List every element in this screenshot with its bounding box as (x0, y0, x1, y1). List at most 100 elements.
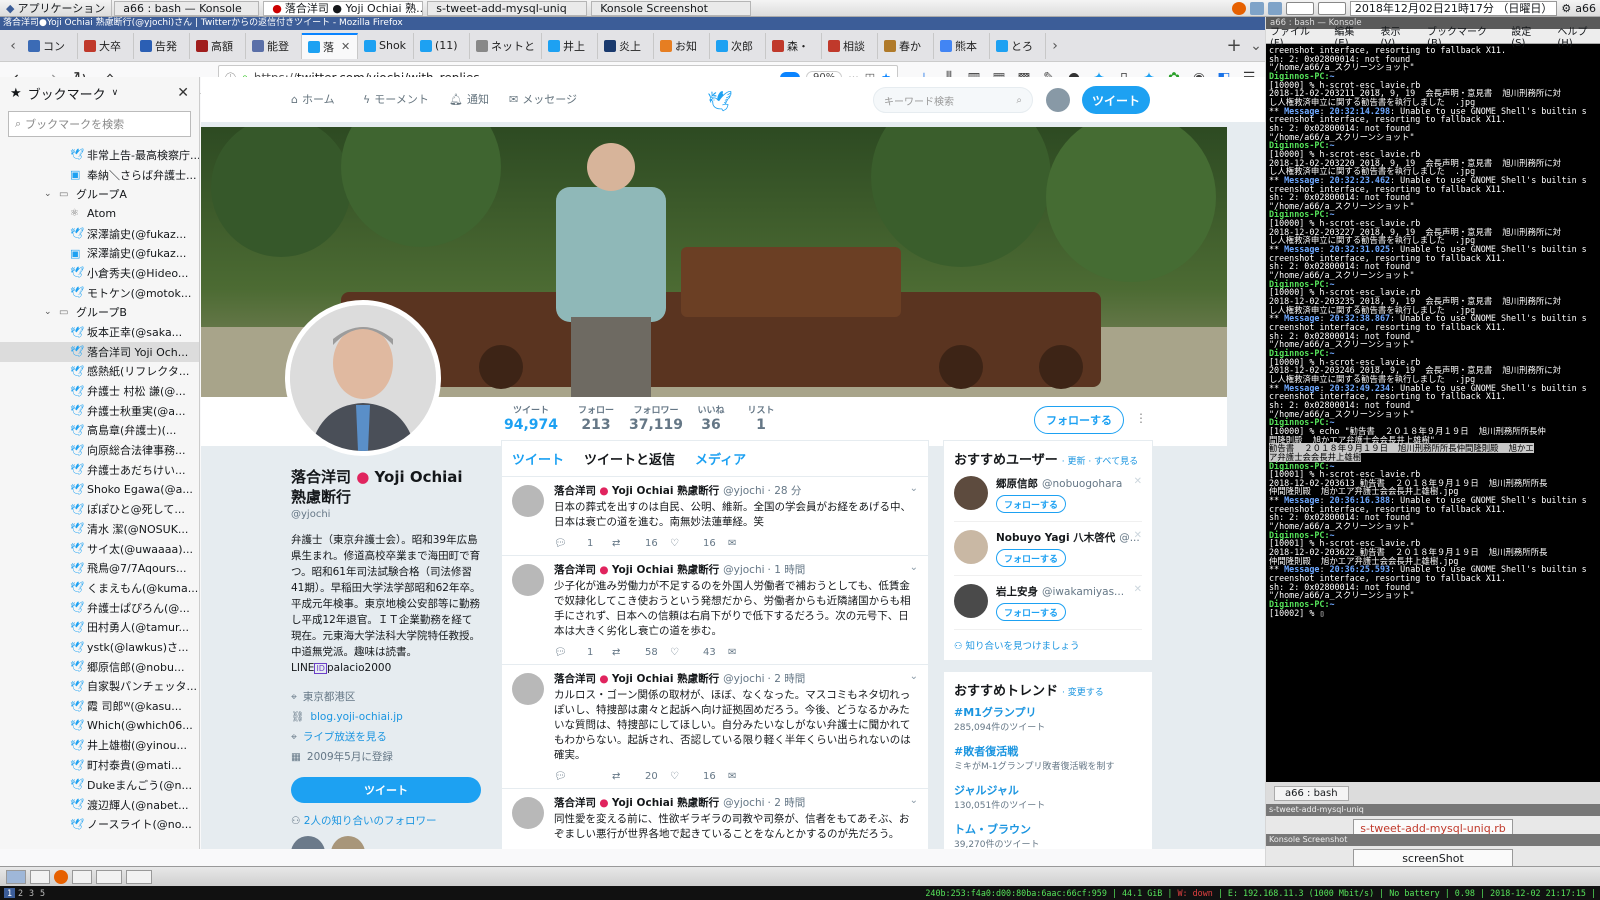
tab-tweets-and-replies[interactable]: ツイートと返信 (584, 449, 675, 468)
bookmark-item[interactable]: 🕊︎ ぽぽひと@死して... (0, 499, 199, 519)
avatar[interactable] (512, 673, 544, 705)
tweet-author-name-2[interactable]: Yoji Ochiai 熟慮断行 (612, 797, 719, 809)
suggested-user[interactable]: 郷原信郎 @nobuogohara フォローする ✕ (954, 468, 1142, 522)
chevron-down-icon[interactable]: ⌄ (910, 562, 918, 573)
avatar[interactable] (512, 485, 544, 517)
tweet-time[interactable]: · 28 分 (768, 485, 802, 497)
tweet-time[interactable]: · 2 時間 (768, 797, 806, 809)
nav-moments[interactable]: ϟ モーメント (363, 91, 429, 107)
bookmark-item[interactable]: 🕊︎ 落合洋司 Yoji Och... (0, 341, 199, 362)
browser-tab[interactable]: 熊本 (934, 32, 990, 59)
nav-messages[interactable]: ✉ メッセージ (509, 91, 577, 107)
browser-tab[interactable]: ネットと (470, 32, 542, 59)
profile-live[interactable]: ⌖ ライブ放送を見る (291, 727, 481, 747)
bookmark-item[interactable]: 🕊︎ くまえもん(@kuma... (0, 578, 199, 598)
screenshot-button[interactable]: screenShot (1353, 849, 1513, 867)
twitter-bird-icon[interactable]: 🕊︎ (707, 89, 732, 113)
bookmark-item[interactable]: 🕊︎ ystk(@lawkus)さ... (0, 637, 199, 657)
tweet-time[interactable]: · 1 時間 (768, 564, 806, 576)
bookmark-item[interactable]: 🕊︎ サイ太(@uwaaaa)... (0, 539, 199, 559)
avatar[interactable] (512, 797, 544, 829)
twitter-search-input[interactable]: キーワード検索 ⌕ (873, 87, 1033, 113)
bookmark-item[interactable]: 🕊︎ 小倉秀夫(@Hideo... (0, 263, 199, 283)
show-desktop-icon[interactable] (6, 869, 26, 884)
follow-button[interactable]: フォローする (996, 495, 1066, 513)
chevron-down-icon[interactable]: ⌄ (910, 483, 918, 494)
konsole-tab[interactable]: a66 : bash (1274, 785, 1349, 801)
applications-menu[interactable]: ◆ アプリケーション (0, 0, 113, 17)
dismiss-icon[interactable]: ✕ (1134, 476, 1142, 487)
trend-item[interactable]: #敗者復活戦 ミキがM-1グランプリ敗者復活戦を制す (954, 738, 1142, 777)
search-icon[interactable]: ⌕ (1016, 95, 1022, 106)
trend-item[interactable]: #M1グランプリ 285,094件のツイート (954, 699, 1142, 738)
bookmark-item[interactable]: 🕊︎ Dukeまんごう(@n... (0, 775, 199, 795)
avatar[interactable] (954, 584, 988, 618)
window-icon[interactable] (96, 869, 122, 884)
like-button[interactable]: ♡ 43 (670, 647, 728, 658)
suggested-user-name[interactable]: 郷原信郎 @nobuogohara (996, 476, 1146, 491)
nav-home[interactable]: ⌂ ホーム (291, 91, 335, 107)
bookmark-folder[interactable]: ⌄ ▭ グループB (0, 303, 199, 323)
bookmark-item[interactable]: 🕊︎ 坂本正幸(@saka... (0, 322, 199, 342)
display-tray-icon[interactable] (1267, 1, 1282, 15)
bookmark-item[interactable]: 🕊︎ Shoko Egawa(@a... (0, 480, 199, 500)
suggested-user[interactable]: Nobuyo Yagi 八木啓代 @... フォローする ✕ (954, 522, 1142, 576)
browser-tab[interactable]: Shok (358, 32, 414, 59)
tweet-author-name[interactable]: 落合洋司 (554, 564, 596, 576)
bookmark-item[interactable]: 🕊︎ 深澤諭史(@fukaz... (0, 224, 199, 244)
stat-likes[interactable]: いいね 36 (691, 403, 731, 433)
settings-icon[interactable]: ⚙ (1561, 2, 1571, 15)
avatar[interactable] (954, 530, 988, 564)
browser-tab[interactable]: 大卒 (78, 32, 134, 59)
tab-scroll-right-icon[interactable]: › (1046, 38, 1064, 54)
profile-website[interactable]: ⛓ blog.yoji-ochiai.jp (291, 707, 481, 727)
follow-button[interactable]: フォローする (996, 549, 1066, 567)
suggested-user-name[interactable]: Nobuyo Yagi 八木啓代 @... (996, 530, 1146, 545)
browser-tab[interactable]: 春か (878, 32, 934, 59)
taskbar-item-konsole-screenshot[interactable]: Konsole Screenshot (591, 0, 752, 16)
firefox-icon[interactable] (54, 869, 68, 884)
bookmark-item[interactable]: 🕊︎ 町村泰貴(@mati... (0, 755, 199, 775)
bookmark-item[interactable]: 🕊︎ 高島章(弁護士)(... (0, 421, 199, 441)
workspace-switcher[interactable]: 1235 (4, 888, 48, 898)
avatar[interactable] (331, 836, 365, 849)
more-options-icon[interactable]: ⋮ (1135, 411, 1147, 425)
avatar[interactable] (954, 476, 988, 510)
menu-help[interactable]: ヘルプ(H) (1557, 23, 1600, 49)
retweet-button[interactable]: ⇄ 20 (612, 771, 670, 782)
tab-list-chevron-down-icon[interactable]: ⌄ (1247, 38, 1265, 54)
browser-tab[interactable]: 落 ✕ (302, 32, 358, 59)
bookmark-item[interactable]: 🕊︎ 飛鳥@7/7Aqours... (0, 558, 199, 578)
close-tab-icon[interactable]: ✕ (341, 40, 350, 53)
bookmark-item[interactable]: ▣ 奉納＼さらば弁護士... (0, 165, 199, 185)
bookmark-item[interactable]: 🕊︎ 弁護士 村松 謙(@... (0, 381, 199, 401)
chevron-down-icon[interactable]: ⌄ (44, 307, 54, 317)
window-tray-icon[interactable] (1285, 1, 1314, 15)
tweet-author-name[interactable]: 落合洋司 (554, 485, 596, 497)
bookmark-item[interactable]: 🕊︎ モトケン(@motok... (0, 283, 199, 303)
dm-button[interactable]: ✉ (728, 538, 786, 549)
bookmarks-header[interactable]: ★ ブックマーク ∨ ✕ (0, 77, 199, 109)
taskbar-item-firefox[interactable]: ● 落合洋司 ● Yoji Ochiai 熟... (263, 0, 424, 16)
browser-tab[interactable]: 次郎 (710, 32, 766, 59)
bookmark-item[interactable]: 🕊︎ Which(@which06... (0, 716, 199, 736)
tweet[interactable]: 落合洋司 ● Yoji Ochiai 熟慮断行 @yjochi · 2 時間 ⌄ カルロ… (502, 665, 928, 789)
tweet-author-name-2[interactable]: Yoji Ochiai 熟慮断行 (612, 673, 719, 685)
tweet[interactable]: 落合洋司 ● Yoji Ochiai 熟慮断行 @yjochi · 2 時間 ⌄ 同性愛… (502, 789, 928, 849)
reply-button[interactable]: 💬︎ 1 (554, 538, 612, 549)
browser-tab[interactable]: 森・ (766, 32, 822, 59)
reply-button[interactable]: 💬︎ 1 (554, 647, 612, 658)
tweet-author-name[interactable]: 落合洋司 (554, 673, 596, 685)
tweet[interactable]: 落合洋司 ● Yoji Ochiai 熟慮断行 @yjochi · 28 分 ⌄ 日本の… (502, 477, 928, 556)
firefox-tray-icon[interactable] (1231, 1, 1246, 15)
bookmark-item[interactable]: 🕊︎ ノースライト(@no... (0, 814, 199, 834)
close-icon[interactable]: ✕ (177, 85, 189, 101)
bookmark-item[interactable]: ▣ 深澤諭史(@fukaz... (0, 243, 199, 263)
bookmark-item[interactable]: 🕊︎ 霞 司郎ᵂ(@kasu... (0, 696, 199, 716)
tweet-time[interactable]: · 2 時間 (768, 673, 806, 685)
suggested-user[interactable]: 岩上安身 @iwakamiyas... フォローする ✕ (954, 576, 1142, 630)
window-icon[interactable] (30, 869, 50, 884)
bookmark-item[interactable]: 🕊︎ 自家製パンチェッタ... (0, 677, 199, 697)
window-icon[interactable] (72, 869, 92, 884)
bookmark-item[interactable]: 🕊︎ 郷原信郎(@nobu... (0, 657, 199, 677)
